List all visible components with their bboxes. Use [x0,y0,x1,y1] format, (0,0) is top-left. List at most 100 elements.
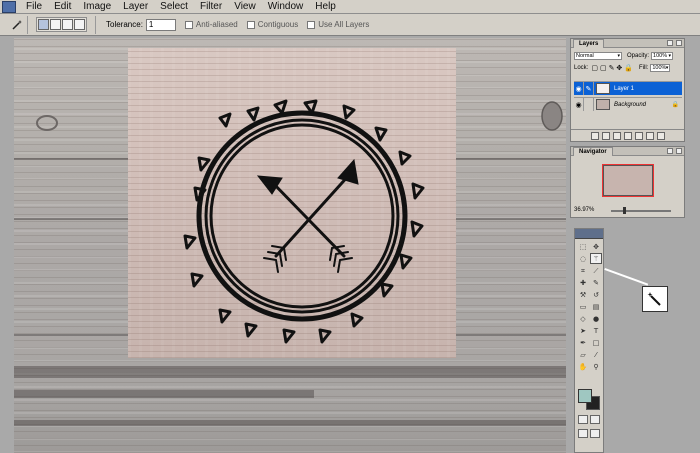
lock-label: Lock: [574,64,589,71]
menu-edit[interactable]: Edit [48,0,77,14]
zoom-slider[interactable] [611,207,671,214]
marquee-tool-icon[interactable]: ⬚ [577,241,589,252]
toolbox-header [575,229,603,239]
panel-tab-bar: Layers [571,39,684,48]
layer-name: Background [614,101,647,108]
checkbox-box [184,20,193,29]
arrows-emblem-artwork [36,99,563,344]
shape-tool-icon[interactable]: □ [590,337,602,348]
eyedropper-tool-icon[interactable]: ⁄ [590,349,602,360]
healing-brush-tool-icon[interactable]: ✚ [577,277,589,288]
options-bar: Tolerance: 1 Anti-aliased Contiguous Use… [0,14,700,36]
close-panel-icon[interactable] [676,148,682,154]
visibility-eye-icon[interactable]: ◉ [574,82,584,95]
selection-mode-buttons [36,17,87,32]
clone-stamp-tool-icon[interactable]: ⚒ [577,289,589,300]
standard-screen-mode-button[interactable] [578,429,588,438]
magic-wand-tool-icon[interactable]: ⚚ [590,253,602,264]
tab-layers[interactable]: Layers [573,39,605,48]
fill-label: Fill: [639,64,649,71]
tool-preset-picker[interactable] [6,15,28,34]
close-panel-icon[interactable] [676,40,682,46]
brush-link-icon: ✎ [584,82,594,95]
lock-icon: 🔒 [671,101,679,108]
layer-thumbnail [596,99,610,110]
subtract-from-selection-button[interactable] [62,19,73,30]
add-to-selection-button[interactable] [50,19,61,30]
edit-mode-buttons [578,415,600,424]
layer-row-layer-1[interactable]: ◉ ✎ Layer 1 [574,81,682,95]
menu-window[interactable]: Window [262,0,310,14]
full-screen-mode-button[interactable] [590,429,600,438]
hand-tool-icon[interactable]: ✋ [577,361,589,372]
menu-layer[interactable]: Layer [117,0,154,14]
layer-mask-icon[interactable] [612,131,621,140]
eraser-tool-icon[interactable]: ▭ [577,301,589,312]
layers-panel: Layers Normal Opacity: 100% Lock: ▢▢✎✥🔒 … [570,38,685,142]
new-selection-button[interactable] [38,19,49,30]
move-tool-icon[interactable]: ✥ [590,241,602,252]
magic-wand-callout [642,286,668,312]
lasso-tool-icon[interactable]: ◌ [577,253,589,264]
checkbox-box [246,20,255,29]
menu-image[interactable]: Image [77,0,117,14]
opacity-input[interactable]: 100% [651,51,674,60]
intersect-selection-button[interactable] [74,19,85,30]
menu-select[interactable]: Select [154,0,194,14]
brush-tool-icon[interactable]: ✎ [590,277,602,288]
lock-options-icons[interactable]: ▢▢✎✥🔒 [591,64,635,72]
adjustment-layer-icon[interactable] [634,131,643,140]
menu-bar: File Edit Image Layer Select Filter View… [0,0,700,14]
navigator-preview[interactable] [602,164,654,197]
checkbox-box [307,20,316,29]
visibility-eye-icon[interactable]: ◉ [574,98,584,111]
layer-row-background[interactable]: ◉ Background 🔒 [574,97,682,111]
use-all-layers-label: Use All Layers [318,20,370,29]
fill-input[interactable]: 100% [650,63,671,72]
divider [95,15,96,34]
tools-panel: ⬚ ✥ ◌ ⚚ ⌗ ⟋ ✚ ✎ ⚒ ↺ ▭ ▤ ◇ ● ➤ T ✒ □ ▱ ⁄ … [574,228,604,453]
blur-tool-icon[interactable]: ◇ [577,313,589,324]
type-tool-icon[interactable]: T [590,325,602,336]
standard-mode-button[interactable] [578,415,588,424]
menu-filter[interactable]: Filter [194,0,228,14]
tolerance-label: Tolerance: [106,20,143,29]
layer-thumbnail [596,83,610,94]
slice-tool-icon[interactable]: ⟋ [590,265,602,276]
layer-style-icon[interactable] [601,131,610,140]
menu-help[interactable]: Help [309,0,342,14]
menu-view[interactable]: View [228,0,262,14]
zoom-tool-icon[interactable]: ⚲ [590,361,602,372]
contiguous-checkbox[interactable]: Contiguous [246,20,299,29]
history-brush-tool-icon[interactable]: ↺ [590,289,602,300]
tool-grid: ⬚ ✥ ◌ ⚚ ⌗ ⟋ ✚ ✎ ⚒ ↺ ▭ ▤ ◇ ● ➤ T ✒ □ ▱ ⁄ … [577,241,603,372]
zoom-slider-knob[interactable] [623,207,626,214]
zoom-level[interactable]: 36.97% [574,207,594,213]
layers-footer-toolbar [571,129,684,141]
gradient-tool-icon[interactable]: ▤ [590,301,602,312]
use-all-layers-checkbox[interactable]: Use All Layers [307,20,369,29]
minimize-panel-icon[interactable] [667,40,673,46]
contiguous-label: Contiguous [257,20,299,29]
document-canvas[interactable] [14,38,566,453]
dodge-tool-icon[interactable]: ● [590,313,602,324]
pen-tool-icon[interactable]: ✒ [577,337,589,348]
tab-navigator[interactable]: Navigator [573,147,613,156]
new-layer-icon[interactable] [645,131,654,140]
quick-mask-mode-button[interactable] [590,415,600,424]
crop-tool-icon[interactable]: ⌗ [577,265,589,276]
blend-mode-select[interactable]: Normal [574,51,622,60]
new-group-icon[interactable] [623,131,632,140]
photoshop-app-icon[interactable] [2,0,16,13]
callout-pointer-line [604,268,649,286]
path-selection-tool-icon[interactable]: ➤ [577,325,589,336]
menu-file[interactable]: File [20,0,48,14]
trash-icon[interactable] [656,131,665,140]
minimize-panel-icon[interactable] [667,148,673,154]
notes-tool-icon[interactable]: ▱ [577,349,589,360]
foreground-color-swatch[interactable] [578,389,592,403]
panel-tab-bar: Navigator [571,147,684,156]
anti-aliased-checkbox[interactable]: Anti-aliased [184,20,238,29]
tolerance-input[interactable]: 1 [145,18,176,31]
link-layers-icon[interactable] [590,131,599,140]
